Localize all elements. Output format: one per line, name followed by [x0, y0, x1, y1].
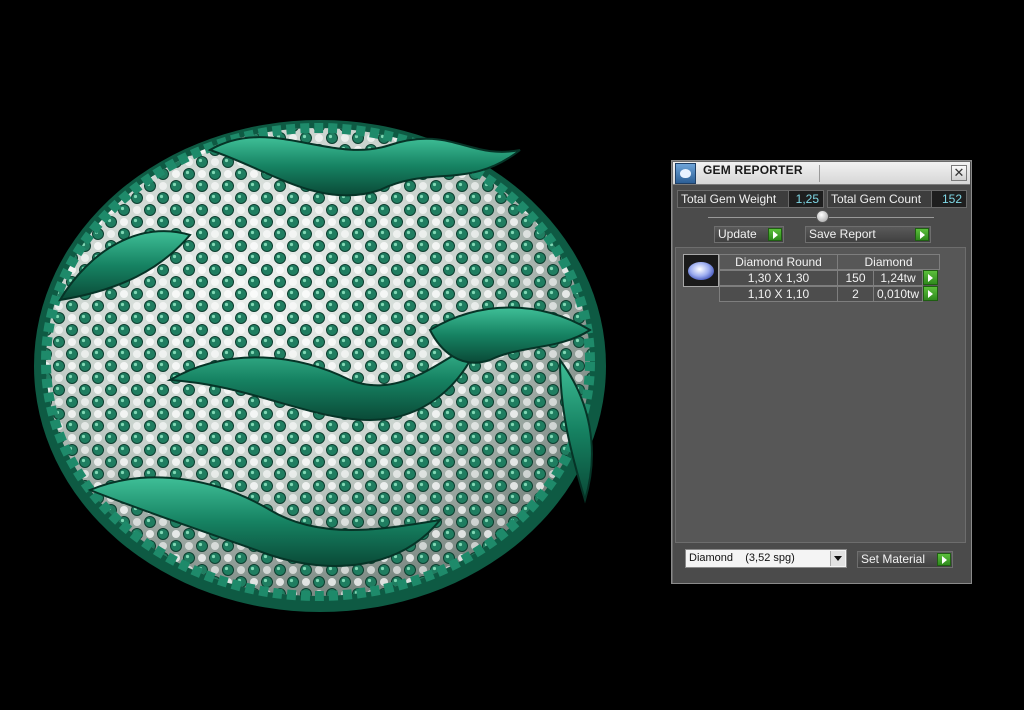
row-1-size: 1,30 X 1,30: [719, 270, 838, 286]
set-material-button[interactable]: Set Material: [857, 551, 953, 568]
gem-list: Diamond Round Diamond 1,30 X 1,30 150 1,…: [675, 247, 966, 543]
play-icon: [915, 228, 929, 241]
dropdown-arrow-icon[interactable]: [830, 551, 845, 566]
row-2-count: 2: [837, 286, 874, 302]
total-gem-weight-label: Total Gem Weight: [677, 190, 789, 208]
header-gem-shape: Diamond Round: [719, 254, 838, 270]
material-selected-value: Diamond (3,52 spg): [689, 552, 795, 564]
gem-reporter-panel: GEM REPORTER ✕ Total Gem Weight 1,25 Tot…: [671, 160, 972, 584]
material-dropdown[interactable]: Diamond (3,52 spg): [685, 549, 847, 568]
total-gem-count-label: Total Gem Count: [827, 190, 932, 208]
row-1-count: 150: [837, 270, 874, 286]
save-report-button[interactable]: Save Report: [805, 226, 931, 243]
panel-title: GEM REPORTER: [703, 163, 803, 177]
header-gem-type: Diamond: [837, 254, 940, 270]
play-icon: [768, 228, 782, 241]
titlebar-divider: [819, 165, 820, 182]
row-2-weight: 0,010tw: [873, 286, 923, 302]
update-button-label: Update: [718, 227, 757, 241]
panel-titlebar[interactable]: GEM REPORTER ✕: [673, 162, 970, 185]
row-2-select-icon[interactable]: [923, 286, 938, 301]
row-1-weight: 1,24tw: [873, 270, 923, 286]
set-material-label: Set Material: [861, 552, 926, 566]
row-2-size: 1,10 X 1,10: [719, 286, 838, 302]
close-icon[interactable]: ✕: [951, 165, 967, 181]
gem-thumbnail[interactable]: [683, 254, 719, 287]
slider-handle[interactable]: [816, 210, 829, 223]
row-1-select-icon[interactable]: [923, 270, 938, 285]
gem-reporter-icon: [675, 163, 696, 184]
play-icon: [937, 553, 951, 566]
total-gem-count-value: 152: [931, 190, 967, 208]
update-button[interactable]: Update: [714, 226, 784, 243]
total-gem-weight-value: 1,25: [788, 190, 824, 208]
save-report-label: Save Report: [809, 227, 876, 241]
